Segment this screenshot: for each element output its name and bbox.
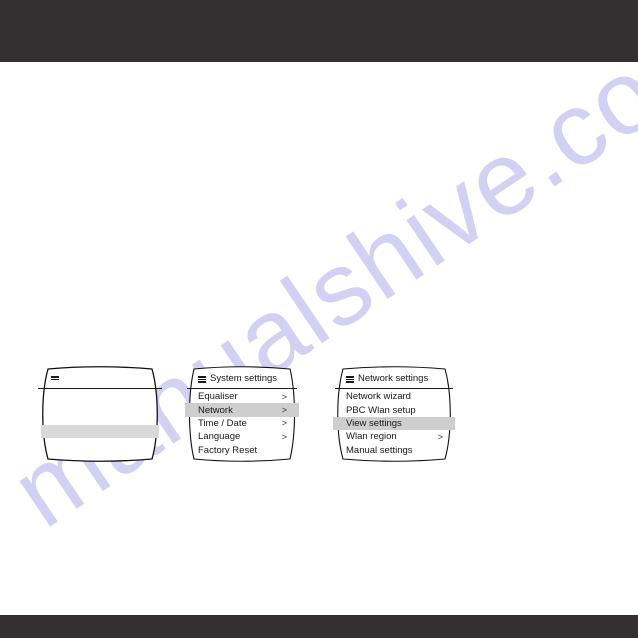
menu-item-network-wizard[interactable]: Network wizard: [333, 390, 455, 403]
chevron-right-icon: >: [281, 405, 287, 416]
menu-item-wlan-region[interactable]: Wlan region >: [333, 430, 455, 443]
screen-header-1: [38, 371, 162, 387]
hamburger-icon[interactable]: [198, 376, 206, 383]
menu-item-label: Network wizard: [346, 391, 411, 403]
screen-header-2: System settings: [185, 371, 299, 387]
lcd-screen-3: Network settings Network wizard PBC Wlan…: [333, 366, 455, 462]
menu-item-equaliser[interactable]: Equaliser >: [185, 390, 299, 403]
lcd-screen-2: System settings Equaliser > Network > Ti…: [185, 366, 299, 462]
screen-header-3: Network settings: [333, 371, 455, 387]
screen-title-system-settings: System settings: [210, 373, 278, 385]
menu-item-time-date[interactable]: Time / Date >: [185, 417, 299, 430]
menu-item-label: Language: [198, 431, 241, 443]
menu-network-settings: Network wizard PBC Wlan setup View setti…: [333, 390, 455, 457]
header-divider-2: [187, 388, 297, 389]
chevron-right-icon: >: [281, 391, 287, 402]
lcd-screen-1: [38, 366, 162, 462]
hamburger-icon[interactable]: [51, 376, 59, 383]
menu-item-label: Equaliser: [198, 391, 238, 403]
chevron-right-icon: >: [281, 418, 287, 429]
menu-item-label: Wlan region: [346, 431, 397, 443]
menu-item-network[interactable]: Network >: [185, 403, 299, 417]
menu-item-label: Factory Reset: [198, 444, 258, 456]
menu-item-label: Manual settings: [346, 444, 413, 456]
page-band-bottom: [0, 615, 638, 638]
menu-item-pbc-wlan-setup[interactable]: PBC Wlan setup: [333, 403, 455, 416]
page-band-top: [0, 0, 638, 62]
header-divider-1: [38, 388, 162, 390]
menu-item-label: View settings: [346, 417, 402, 429]
header-divider-3: [335, 388, 453, 389]
manual-page: manualshive.com System settings Equalise…: [0, 0, 638, 638]
screen-title-network-settings: Network settings: [358, 373, 429, 385]
menu-item-label: Network: [198, 404, 233, 416]
menu-item-language[interactable]: Language >: [185, 430, 299, 443]
menu-item-label: PBC Wlan setup: [346, 404, 416, 416]
chevron-right-icon: >: [281, 431, 287, 442]
watermark-text: manualshive.com: [0, 0, 638, 550]
menu-item-view-settings[interactable]: View settings: [333, 416, 455, 431]
menu-system-settings: Equaliser > Network > Time / Date > Lang…: [185, 390, 299, 457]
menu-item-label: Time / Date: [198, 417, 247, 429]
hamburger-icon[interactable]: [346, 376, 354, 383]
chevron-right-icon: >: [437, 431, 443, 442]
menu-item-factory-reset[interactable]: Factory Reset: [185, 444, 299, 457]
screen-sequence: System settings Equaliser > Network > Ti…: [0, 366, 638, 466]
screen-placeholder-bar: [41, 425, 159, 438]
menu-item-manual-settings[interactable]: Manual settings: [333, 444, 455, 457]
